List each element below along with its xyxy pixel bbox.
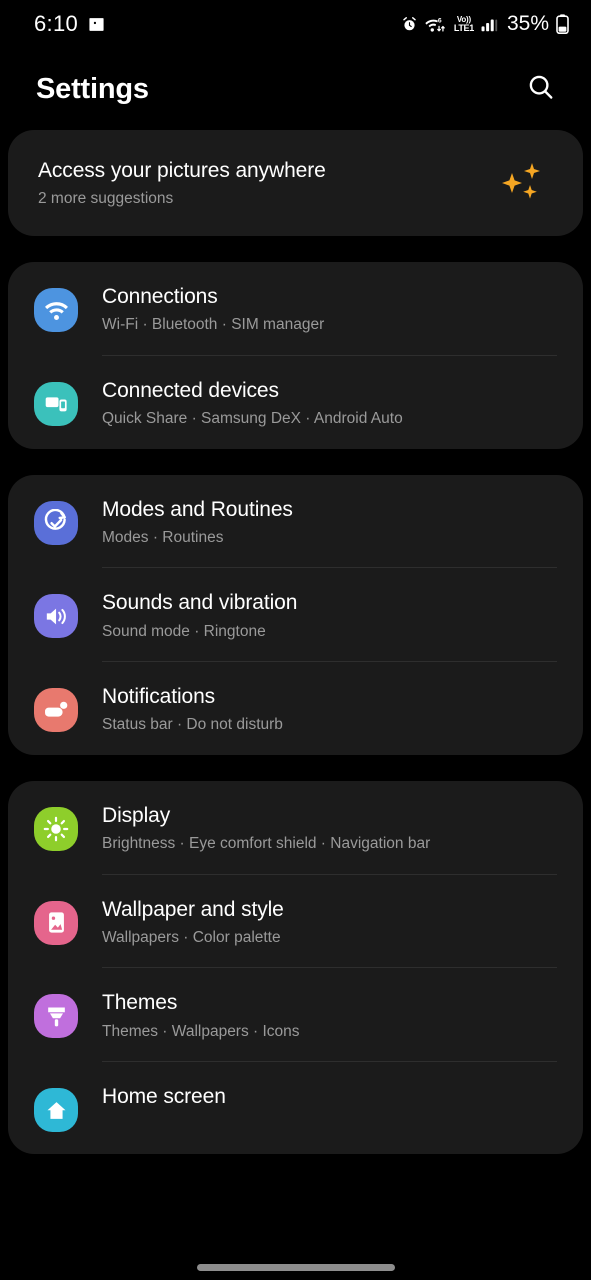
settings-group-modes-sounds: Modes and Routines Modes · Routines Soun… — [8, 474, 583, 755]
suggestion-row[interactable]: Access your pictures anywhere 2 more sug… — [8, 130, 583, 236]
settings-row-title: Notifications — [102, 685, 216, 709]
volte-label-bottom: LTE1 — [453, 22, 474, 33]
image-icon — [88, 16, 105, 33]
speaker-icon — [32, 592, 80, 640]
status-bar: 6:10 6 Vo)) LTE1 35% — [0, 0, 591, 48]
search-button[interactable] — [519, 67, 563, 111]
battery-icon — [556, 14, 569, 34]
battery-percent-label: 35% — [506, 12, 549, 35]
settings-row-text: Themes Themes · Wallpapers · Icons — [102, 990, 300, 1041]
status-bar-left: 6:10 — [34, 11, 105, 37]
settings-row-subtitle: Brightness · Eye comfort shield · Naviga… — [102, 835, 431, 853]
settings-row-text: Connected devices Quick Share · Samsung … — [102, 378, 403, 429]
status-bar-clock: 6:10 — [34, 11, 79, 36]
settings-row-title: Display — [102, 803, 171, 827]
settings-row-text: Connections Wi-Fi · Bluetooth · SIM mana… — [102, 284, 324, 335]
sparkles-icon — [497, 160, 553, 206]
app-header: Settings — [0, 48, 591, 130]
signal-bars-icon — [481, 17, 498, 32]
picture-icon — [32, 899, 80, 947]
settings-row-home-screen[interactable]: Home screen — [8, 1062, 583, 1154]
settings-row-title: Home screen — [102, 1085, 226, 1109]
settings-row-text: Display Brightness · Eye comfort shield … — [102, 803, 430, 854]
suggestion-text: Access your pictures anywhere 2 more sug… — [38, 159, 497, 208]
suggestion-card[interactable]: Access your pictures anywhere 2 more sug… — [8, 130, 583, 236]
settings-row-text: Modes and Routines Modes · Routines — [102, 497, 293, 548]
settings-row-text: Wallpaper and style Wallpapers · Color p… — [102, 897, 284, 948]
suggestion-subtitle: 2 more suggestions — [38, 189, 174, 207]
settings-row-modes-and-routines[interactable]: Modes and Routines Modes · Routines — [8, 475, 583, 568]
suggestion-title: Access your pictures anywhere — [38, 158, 326, 182]
search-icon — [526, 72, 556, 107]
settings-row-display[interactable]: Display Brightness · Eye comfort shield … — [8, 781, 583, 874]
settings-row-subtitle: Modes · Routines — [102, 528, 224, 546]
settings-row-title: Sounds and vibration — [102, 591, 298, 615]
settings-row-subtitle: Wallpapers · Color palette — [102, 928, 281, 946]
settings-row-subtitle: Sound mode · Ringtone — [102, 622, 266, 640]
settings-row-notifications[interactable]: Notifications Status bar · Do not distur… — [8, 662, 583, 755]
settings-row-subtitle: Quick Share · Samsung DeX · Android Auto — [102, 409, 403, 427]
settings-row-title: Connected devices — [102, 378, 279, 402]
status-bar-right: 6 Vo)) LTE1 35% — [401, 12, 569, 36]
wifi-icon — [32, 286, 80, 334]
settings-row-wallpaper-and-style[interactable]: Wallpaper and style Wallpapers · Color p… — [8, 875, 583, 968]
settings-group-connections: Connections Wi-Fi · Bluetooth · SIM mana… — [8, 262, 583, 449]
settings-row-title: Wallpaper and style — [102, 897, 284, 921]
settings-row-connections[interactable]: Connections Wi-Fi · Bluetooth · SIM mana… — [8, 262, 583, 355]
brightness-icon — [32, 805, 80, 853]
volte-icon: Vo)) LTE1 — [453, 15, 474, 33]
settings-row-title: Modes and Routines — [102, 497, 293, 521]
settings-list: Access your pictures anywhere 2 more sug… — [0, 130, 591, 1155]
notification-bubble-icon — [32, 686, 80, 734]
gesture-pill[interactable] — [196, 1264, 395, 1271]
settings-row-text: Notifications Status bar · Do not distur… — [102, 684, 283, 735]
settings-group-display: Display Brightness · Eye comfort shield … — [8, 780, 583, 1155]
connected-devices-icon — [32, 380, 80, 428]
settings-row-subtitle: Themes · Wallpapers · Icons — [102, 1022, 300, 1040]
home-screen-icon — [32, 1086, 80, 1134]
check-circle-icon — [32, 499, 80, 547]
settings-row-connected-devices[interactable]: Connected devices Quick Share · Samsung … — [8, 356, 583, 449]
page-title: Settings — [36, 72, 149, 105]
settings-row-themes[interactable]: Themes Themes · Wallpapers · Icons — [8, 968, 583, 1061]
wifi-6-icon: 6 — [425, 16, 447, 33]
paintbrush-icon — [32, 992, 80, 1040]
gesture-navigation-bar[interactable] — [0, 1264, 591, 1271]
settings-row-subtitle: Wi-Fi · Bluetooth · SIM manager — [102, 316, 325, 334]
settings-row-text: Sounds and vibration Sound mode · Ringto… — [102, 590, 297, 641]
settings-row-text: Home screen — [102, 1084, 226, 1109]
settings-row-subtitle: Status bar · Do not disturb — [102, 716, 283, 734]
alarm-icon — [401, 16, 418, 33]
settings-row-title: Connections — [102, 285, 218, 308]
svg-text:6: 6 — [438, 17, 442, 24]
settings-row-sounds-and-vibration[interactable]: Sounds and vibration Sound mode · Ringto… — [8, 568, 583, 661]
settings-row-title: Themes — [102, 991, 178, 1015]
